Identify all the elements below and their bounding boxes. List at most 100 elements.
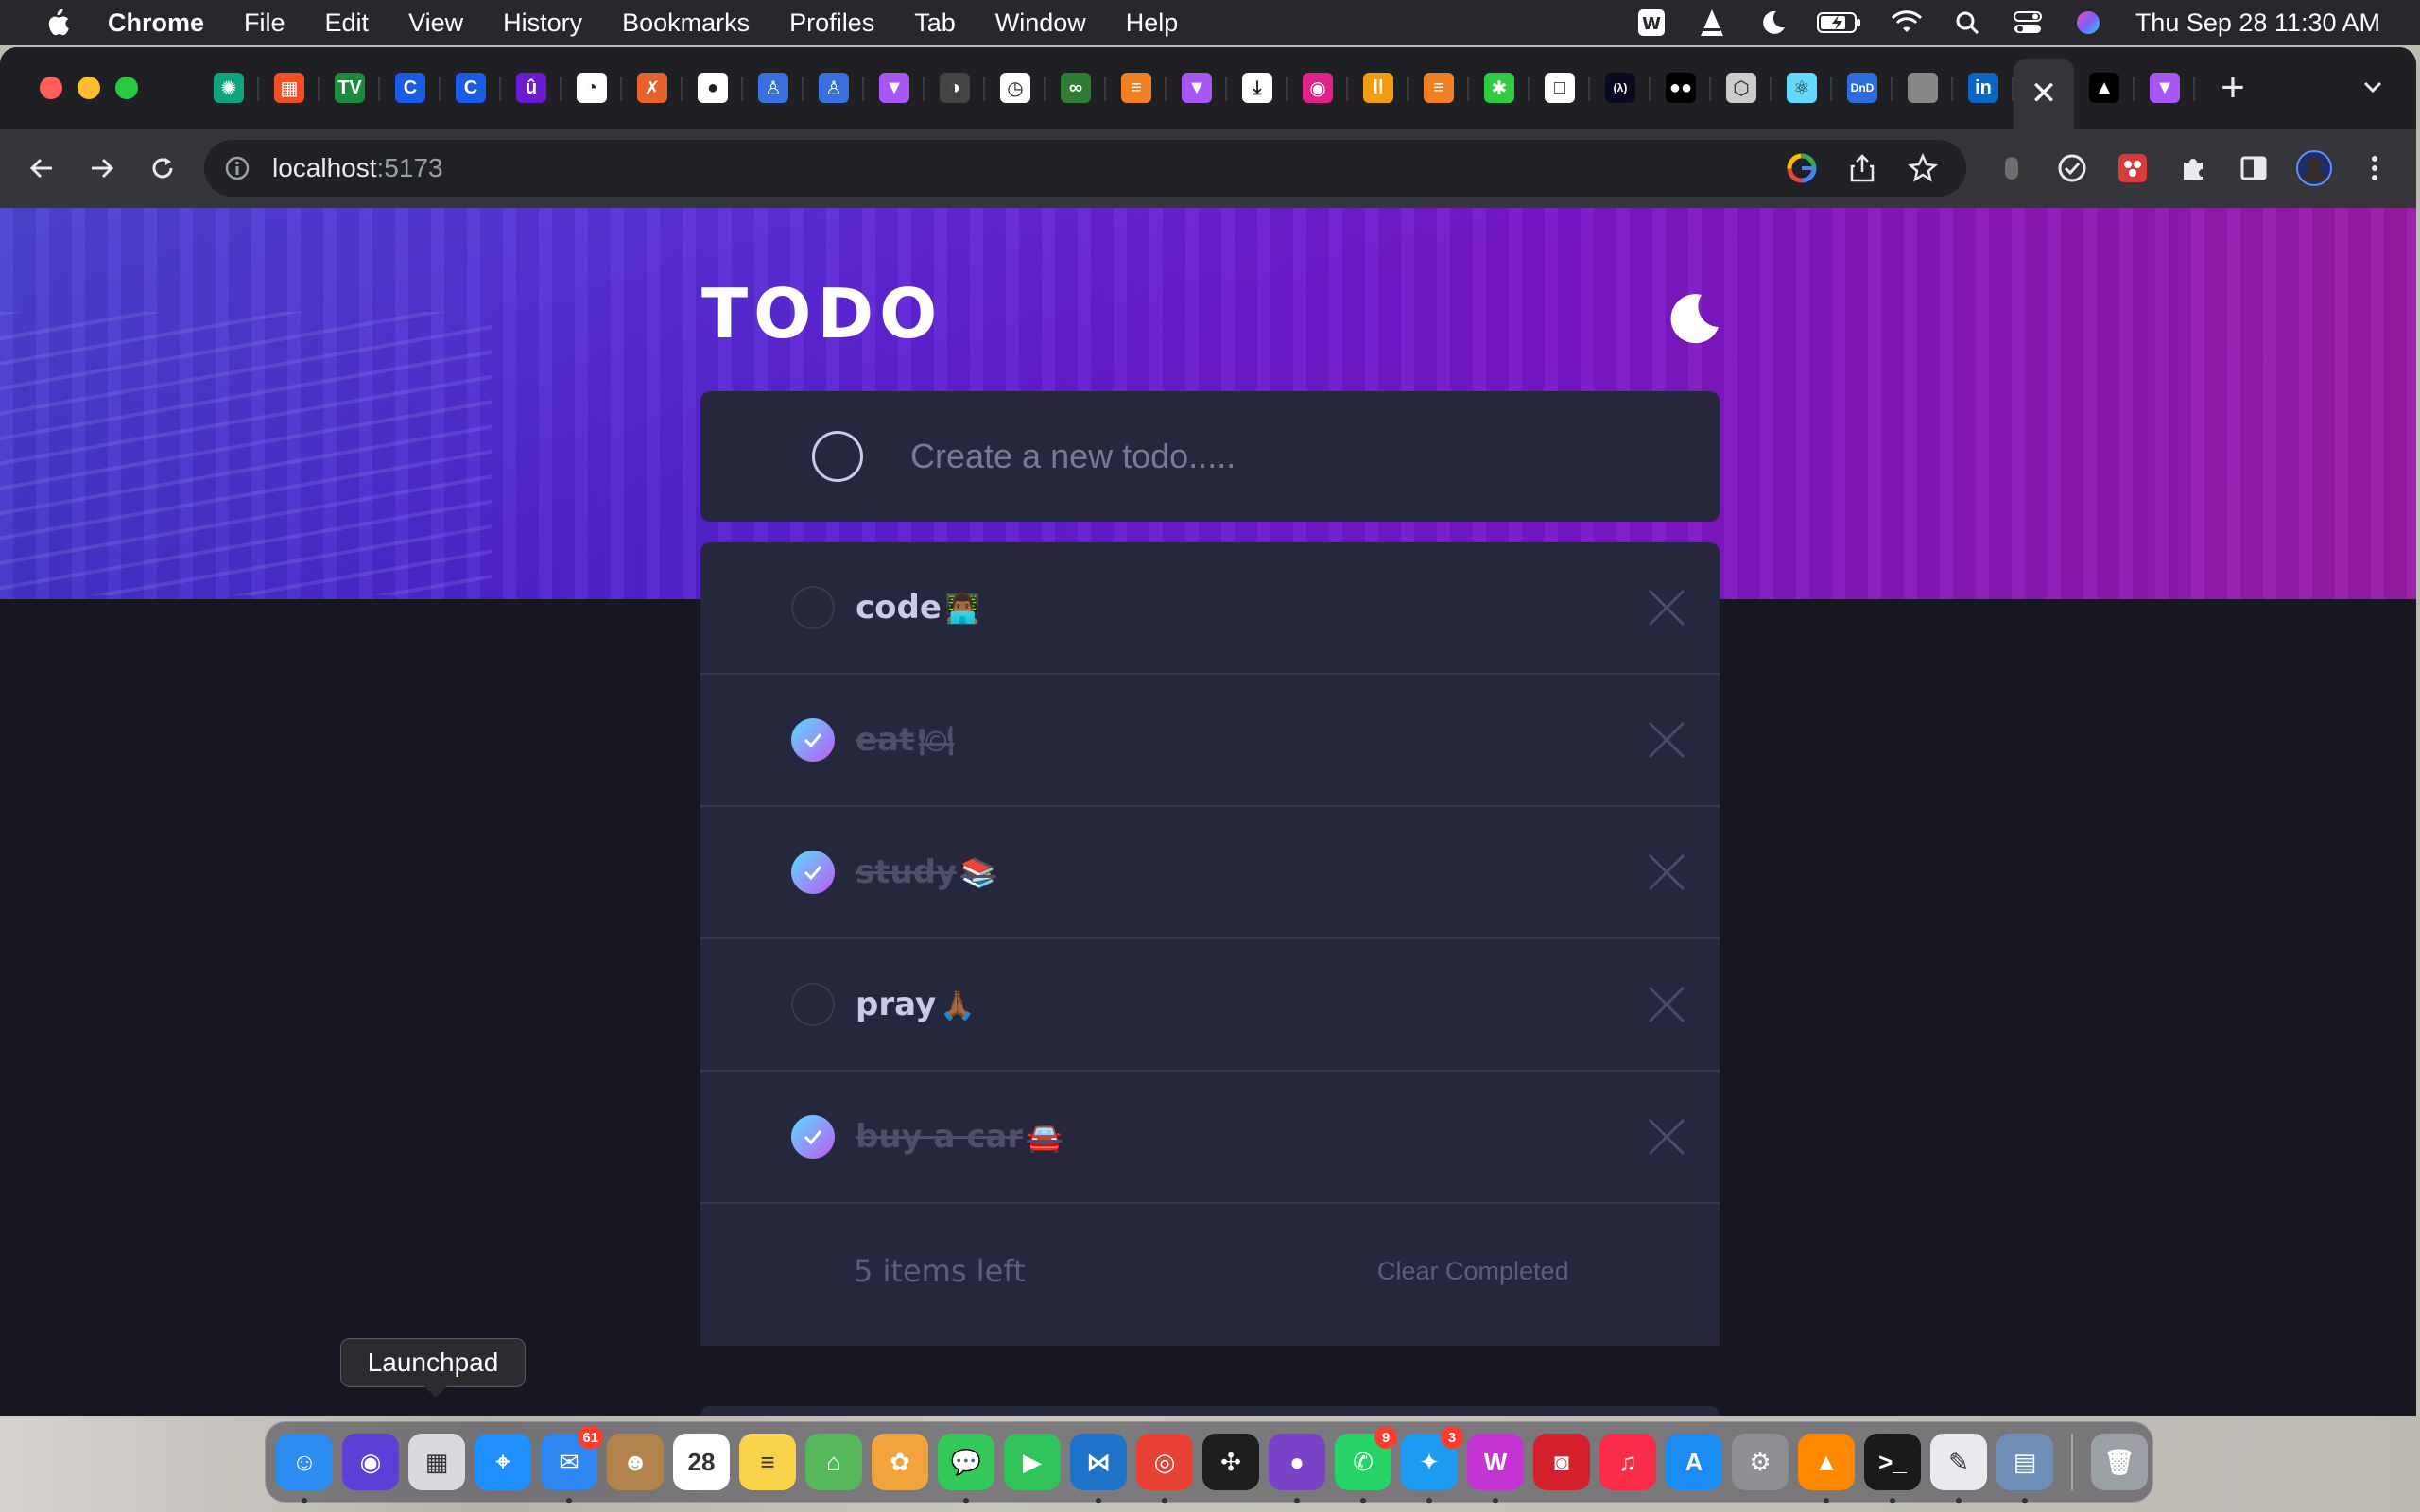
tab[interactable]: û	[501, 58, 562, 118]
share-icon[interactable]	[1843, 149, 1881, 187]
tab[interactable]: ⤓	[1227, 58, 1288, 118]
back-button[interactable]	[21, 147, 62, 189]
photos-icon[interactable]: ✿	[872, 1434, 928, 1490]
tab[interactable]: ▼	[2135, 58, 2195, 118]
tab[interactable]: ✺	[199, 58, 259, 118]
preview-icon[interactable]: ▤	[1996, 1434, 2053, 1503]
chrome-icon[interactable]: ◎	[1136, 1434, 1193, 1503]
tab[interactable]: ▼	[864, 58, 925, 118]
battery-icon[interactable]	[1816, 6, 1863, 40]
chrome-menu-icon[interactable]	[2354, 147, 2395, 189]
tab[interactable]: TV	[320, 58, 380, 118]
menu-history[interactable]: History	[503, 9, 582, 38]
textedit-icon[interactable]: ✎	[1930, 1434, 1987, 1503]
tab[interactable]: ⚛	[1772, 58, 1832, 118]
tab[interactable]: ▲	[2074, 58, 2135, 118]
launchpad-icon[interactable]: ▦	[408, 1434, 465, 1490]
todo-checkbox[interactable]	[791, 586, 835, 629]
system-settings-icon[interactable]: ⚙	[1732, 1434, 1789, 1490]
minimize-window-button[interactable]	[78, 77, 100, 99]
todo-checkbox-checked[interactable]	[791, 850, 835, 894]
wps-icon[interactable]: W	[1467, 1434, 1524, 1503]
tab[interactable]: ◑	[925, 58, 985, 118]
menu-view[interactable]: View	[408, 9, 463, 38]
moon-icon[interactable]	[1755, 6, 1789, 40]
safari-icon[interactable]: ⌖	[475, 1434, 531, 1490]
tab[interactable]: ⬡	[1711, 58, 1772, 118]
delete-todo-icon[interactable]	[1646, 1116, 1687, 1158]
todo-text[interactable]: study 📚	[856, 853, 996, 891]
menubar-clock[interactable]: Thu Sep 28 11:30 AM	[2135, 9, 2380, 38]
notes-icon[interactable]: ≡	[739, 1434, 796, 1490]
tab[interactable]: ●●	[1651, 58, 1711, 118]
control-center-icon[interactable]	[2011, 6, 2045, 40]
tab[interactable]: □	[1530, 58, 1590, 118]
todo-checkbox-checked[interactable]	[791, 1115, 835, 1159]
tab[interactable]: C	[380, 58, 441, 118]
todo-text[interactable]: buy a car 🚘	[856, 1118, 1063, 1156]
menu-help[interactable]: Help	[1126, 9, 1179, 38]
new-todo-checkbox[interactable]	[812, 431, 863, 482]
extension-shield-icon[interactable]	[1991, 147, 2032, 189]
tab-active[interactable]: ✕	[2014, 59, 2074, 129]
site-info-icon[interactable]	[223, 154, 251, 182]
close-icon[interactable]: ✕	[2029, 76, 2059, 112]
todo-item[interactable]: eat 🍽	[700, 675, 1720, 807]
vlc-icon[interactable]	[1695, 6, 1729, 40]
github-desktop-icon[interactable]: ●	[1269, 1434, 1325, 1503]
appstore-icon[interactable]: A	[1666, 1434, 1722, 1490]
forward-button[interactable]	[81, 147, 123, 189]
tab[interactable]: ∞	[1046, 58, 1106, 118]
tab[interactable]: ✗	[622, 58, 683, 118]
finder-icon[interactable]: ☺	[276, 1434, 333, 1503]
todo-checkbox-checked[interactable]	[791, 718, 835, 762]
delete-todo-icon[interactable]	[1646, 719, 1687, 761]
delete-todo-icon[interactable]	[1646, 587, 1687, 628]
url-text[interactable]: localhost:5173	[272, 153, 443, 183]
apple-menu-icon[interactable]	[38, 4, 76, 42]
tab[interactable]	[1893, 58, 1953, 118]
address-bar[interactable]: localhost:5173	[204, 140, 1966, 197]
trash-icon[interactable]: 🗑	[2091, 1434, 2148, 1490]
search-icon[interactable]	[1950, 6, 1984, 40]
tab[interactable]: ▦	[259, 58, 320, 118]
tab[interactable]: ✱	[1469, 58, 1530, 118]
twitter-icon[interactable]: ✦ 3	[1401, 1426, 1463, 1503]
menu-edit[interactable]: Edit	[325, 9, 370, 38]
contacts-icon[interactable]: ☻	[607, 1434, 664, 1490]
tab[interactable]: ♙	[804, 58, 864, 118]
menu-window[interactable]: Window	[995, 9, 1086, 38]
tab[interactable]: ▼	[1167, 58, 1227, 118]
tab[interactable]: C	[441, 58, 501, 118]
new-tab-button[interactable]: +	[2203, 58, 2263, 118]
maps-icon[interactable]: ⌂	[805, 1434, 862, 1490]
tab[interactable]: (λ)	[1590, 58, 1651, 118]
photobooth-icon[interactable]: ◙	[1533, 1434, 1590, 1490]
tab[interactable]: ◷	[985, 58, 1046, 118]
close-window-button[interactable]	[40, 77, 62, 99]
todo-checkbox[interactable]	[791, 983, 835, 1026]
extension-check-icon[interactable]	[2051, 147, 2093, 189]
fullscreen-window-button[interactable]	[115, 77, 138, 99]
menu-app-name[interactable]: Chrome	[108, 9, 204, 38]
tab[interactable]: ♙	[743, 58, 804, 118]
todo-item[interactable]: code 👨🏾‍💻	[700, 542, 1720, 675]
tab[interactable]: ◔	[562, 58, 622, 118]
menu-bookmarks[interactable]: Bookmarks	[622, 9, 750, 38]
siri-icon[interactable]: ◉	[342, 1434, 399, 1490]
todo-text[interactable]: pray 🙏🏾	[856, 986, 976, 1023]
vscode-icon[interactable]: ⋈	[1070, 1434, 1127, 1503]
vlc-icon[interactable]: ▲	[1798, 1434, 1855, 1503]
mail-icon[interactable]: ✉ 61	[541, 1426, 603, 1503]
bookmark-star-icon[interactable]	[1904, 149, 1942, 187]
moon-icon[interactable]	[1666, 289, 1722, 346]
tab[interactable]: in	[1953, 58, 2014, 118]
clear-completed-button[interactable]: Clear Completed	[1377, 1257, 1569, 1286]
tab[interactable]: ǀǀ	[1348, 58, 1409, 118]
calendar-icon[interactable]: 28	[673, 1434, 730, 1490]
todo-text[interactable]: code 👨🏾‍💻	[856, 589, 980, 627]
profile-avatar[interactable]	[2293, 147, 2335, 189]
menu-profiles[interactable]: Profiles	[789, 9, 874, 38]
messages-icon[interactable]: 💬	[938, 1434, 994, 1503]
whatsapp-icon[interactable]: ✆ 9	[1335, 1426, 1397, 1503]
